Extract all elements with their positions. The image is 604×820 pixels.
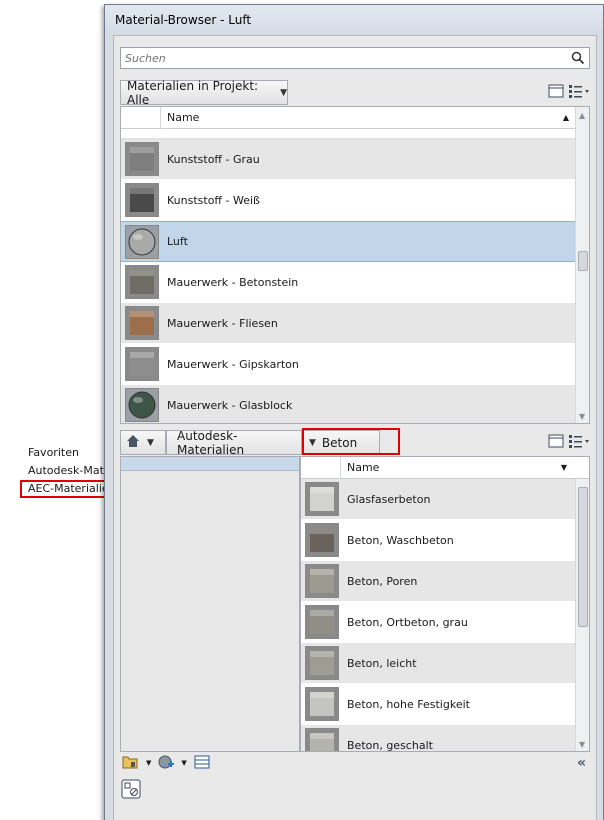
- panel-toggle-icon[interactable]: [548, 84, 564, 101]
- material-thumbnail: [305, 605, 339, 639]
- material-name: Glasfaserbeton: [347, 492, 431, 506]
- chevron-down-icon[interactable]: ▼: [147, 438, 154, 448]
- project-material-row[interactable]: Mauerwerk - Gipskarton: [121, 344, 589, 385]
- material-thumbnail: [125, 224, 159, 259]
- project-list-header[interactable]: Name ▲: [121, 107, 589, 129]
- material-name: Mauerwerk - Glasblock: [167, 398, 293, 412]
- library-material-row[interactable]: Beton, leicht: [301, 643, 589, 684]
- material-thumbnail: [125, 142, 159, 176]
- project-material-row[interactable]: Kunststoff - Grau: [121, 139, 589, 180]
- sort-descending-icon: ▼: [560, 463, 567, 472]
- material-name: Mauerwerk - Fliesen: [167, 316, 278, 330]
- chevron-down-icon[interactable]: ▼: [181, 759, 186, 767]
- material-thumbnail: [305, 523, 339, 557]
- chevron-down-icon: ▼: [280, 87, 287, 98]
- library-manager-icon[interactable]: [122, 754, 140, 773]
- project-material-row[interactable]: Mauerwerk - Betonstein: [121, 262, 589, 303]
- library-material-row[interactable]: Beton, Waschbeton: [301, 520, 589, 561]
- chevron-down-icon[interactable]: ▼: [309, 438, 316, 448]
- breadcrumb-category-label: Beton: [321, 435, 358, 450]
- scrollbar-thumb[interactable]: [578, 251, 588, 271]
- material-name: Beton, hohe Festigkeit: [347, 697, 470, 711]
- project-filter-label: Materialien in Projekt: Alle: [127, 78, 259, 107]
- breadcrumb-library-label: Autodesk-Materialien: [177, 428, 245, 457]
- scroll-up-icon[interactable]: ▲: [579, 111, 585, 120]
- material-name: Kunststoff - Weiß: [167, 193, 260, 207]
- project-material-row[interactable]: Luft: [121, 221, 589, 262]
- partial-row: [121, 129, 589, 139]
- create-material-icon[interactable]: [157, 754, 175, 773]
- library-material-row[interactable]: Beton, geschalt: [301, 725, 589, 752]
- search-input[interactable]: [121, 48, 561, 68]
- library-tree: [120, 456, 300, 752]
- scroll-down-icon[interactable]: ▼: [579, 740, 585, 749]
- material-thumbnail: [305, 728, 339, 751]
- project-material-row[interactable]: Mauerwerk - Glasblock: [121, 385, 589, 423]
- project-view-buttons: [548, 80, 590, 105]
- search-box: [120, 47, 590, 69]
- material-name: Mauerwerk - Gipskarton: [167, 357, 299, 371]
- library-view-buttons: [548, 430, 590, 455]
- library-list-header[interactable]: Name ▼: [301, 457, 589, 479]
- library-toolbar: ▼ Autodesk-Materialien ▼ Beton: [120, 428, 590, 457]
- project-filter-dropdown[interactable]: Materialien in Projekt: Alle ▼: [120, 78, 288, 107]
- breadcrumb-category[interactable]: ▼ Beton: [302, 430, 380, 455]
- material-thumbnail: [125, 183, 159, 217]
- library-material-row[interactable]: Beton, hohe Festigkeit: [301, 684, 589, 725]
- material-name: Mauerwerk - Betonstein: [167, 275, 299, 289]
- home-icon: [125, 434, 141, 451]
- browser-footer: ▼ ▼ «: [120, 752, 590, 774]
- material-thumbnail: [125, 347, 159, 381]
- material-name: Beton, Poren: [347, 574, 418, 588]
- material-thumbnail: [305, 687, 339, 721]
- material-thumbnail: [125, 306, 159, 340]
- scroll-down-icon[interactable]: ▼: [579, 412, 585, 421]
- material-name: Luft: [167, 235, 188, 248]
- material-name: Beton, Ortbeton, grau: [347, 615, 468, 629]
- project-material-row[interactable]: Kunststoff - Weiß: [121, 180, 589, 221]
- library-home-button[interactable]: ▼: [120, 430, 166, 455]
- library-list-scrollbar[interactable]: ▼: [575, 479, 589, 751]
- material-name: Beton, Waschbeton: [347, 533, 454, 547]
- browser-panel: Materialien in Projekt: Alle ▼ Name ▲ Ku…: [113, 35, 597, 820]
- list-view-icon[interactable]: [568, 434, 590, 451]
- name-column-header[interactable]: Name: [161, 111, 199, 124]
- material-thumbnail: [305, 564, 339, 598]
- project-toolbar: Materialien in Projekt: Alle ▼: [120, 78, 590, 107]
- search-icon[interactable]: [571, 51, 585, 65]
- material-editor-icon[interactable]: [193, 754, 211, 773]
- library-tree-selected[interactable]: [121, 457, 299, 471]
- material-thumbnail: [125, 388, 159, 422]
- material-thumbnail: [305, 646, 339, 680]
- material-name: Kunststoff - Grau: [167, 152, 260, 166]
- name-column-header[interactable]: Name: [341, 461, 379, 474]
- material-name: Beton, leicht: [347, 656, 417, 670]
- material-thumbnail: [305, 482, 339, 516]
- chevron-down-icon[interactable]: ▼: [146, 759, 151, 767]
- project-list-scrollbar[interactable]: ▲ ▼: [575, 107, 589, 423]
- window-title: Material-Browser - Luft: [105, 5, 603, 35]
- panel-toggle-icon[interactable]: [548, 434, 564, 451]
- sort-ascending-icon: ▲: [562, 113, 569, 122]
- library-material-row[interactable]: Beton, Ortbeton, grau: [301, 602, 589, 643]
- collapse-panel-icon[interactable]: «: [577, 755, 586, 771]
- material-thumbnail: [125, 265, 159, 299]
- library-material-row[interactable]: Beton, Poren: [301, 561, 589, 602]
- project-material-list: Name ▲ Kunststoff - Grau Kunststoff - Wei…: [120, 106, 590, 424]
- list-view-icon[interactable]: [568, 84, 590, 101]
- material-editor-button[interactable]: [120, 778, 142, 800]
- breadcrumb-library[interactable]: Autodesk-Materialien: [166, 428, 302, 457]
- material-name: Beton, geschalt: [347, 738, 433, 752]
- project-material-row[interactable]: Mauerwerk - Fliesen: [121, 303, 589, 344]
- material-browser-window: Material-Browser - Luft Materialien in P…: [104, 4, 604, 820]
- library-material-row[interactable]: Glasfaserbeton: [301, 479, 589, 520]
- library-material-list: Name ▼ Glasfaserbeton Beton, Waschbeton Be…: [300, 456, 590, 752]
- scrollbar-thumb[interactable]: [578, 487, 588, 627]
